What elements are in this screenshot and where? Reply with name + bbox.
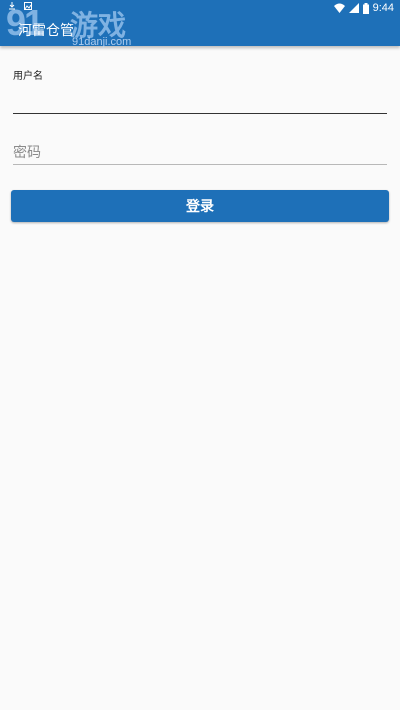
login-button[interactable]: 登录 [11,190,389,222]
app-title: 河雷仓管 [18,23,74,39]
battery-icon [362,2,369,14]
password-field [13,142,387,165]
username-input[interactable] [13,87,387,114]
watermark-url: 91danji.com [72,36,132,48]
username-field: 用户名 [13,70,387,114]
signal-icon [348,3,359,13]
status-time: 9:44 [372,2,394,14]
app-bar: 9:44 91 游戏 91danji.com 河雷仓管 [0,0,400,48]
wifi-icon [333,3,345,13]
password-input[interactable] [13,142,387,165]
username-label: 用户名 [13,71,43,82]
